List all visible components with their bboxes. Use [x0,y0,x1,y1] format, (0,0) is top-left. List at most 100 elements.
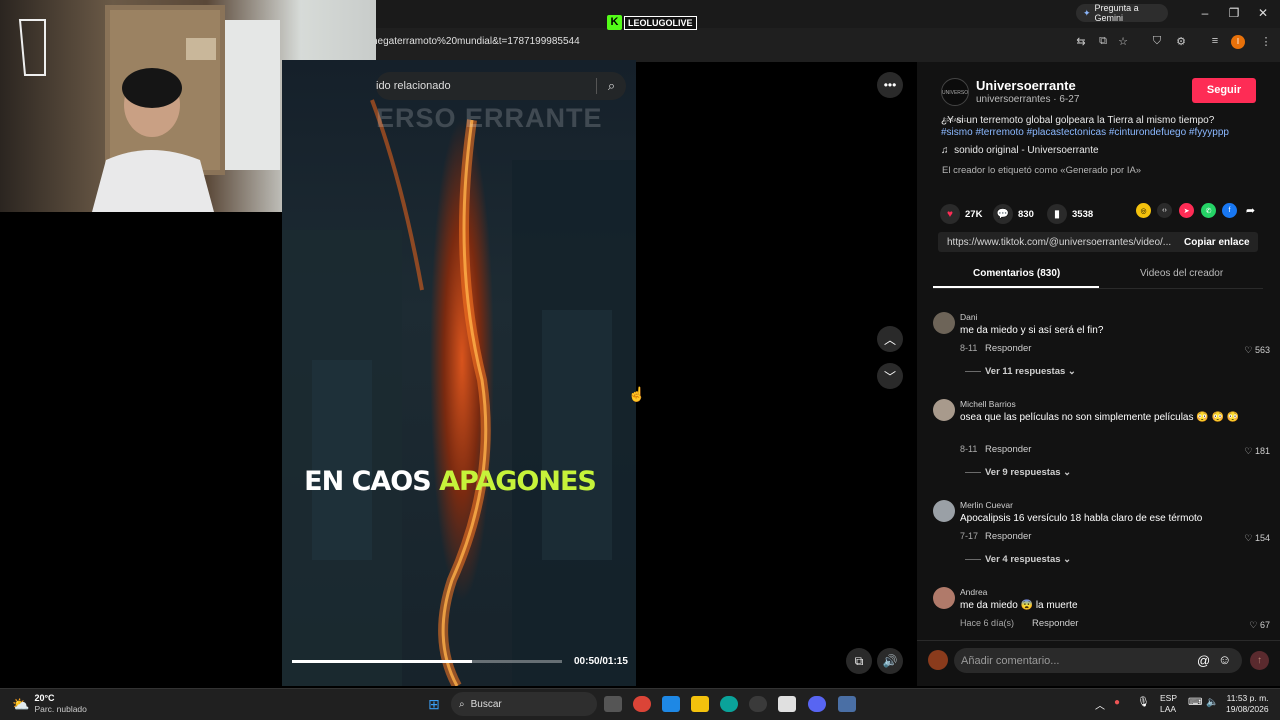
reply-button[interactable]: Responder [985,531,1031,542]
copy-link-button[interactable]: Copiar enlace [1184,237,1250,248]
comment-text: osea que las películas no son simplement… [960,412,1240,423]
speaker-icon[interactable]: 🔈 [1206,697,1218,708]
clock-time: 11:53 p. m. [1226,693,1269,703]
share-arrow-icon[interactable]: ➦ [1243,203,1258,218]
author-name[interactable]: Universoerrante [976,78,1076,93]
tray-app-icon[interactable]: ● [1114,697,1120,708]
task-view-icon[interactable] [604,696,622,712]
video-player[interactable] [282,60,636,686]
coin-icon[interactable]: ◎ [1136,203,1151,218]
close-icon[interactable]: ✕ [1253,6,1273,20]
install-icon[interactable]: ⧉ [1094,35,1112,48]
weather-widget[interactable]: ⛅ 20°C Parc. nublado [12,693,87,715]
shield-app-icon[interactable] [838,696,856,712]
progress-fill [292,660,473,663]
reply-button[interactable]: Responder [985,444,1031,455]
progress-bar[interactable] [292,660,562,663]
user-avatar[interactable] [928,650,948,670]
commenter-name[interactable]: Dani [960,312,977,322]
facebook-icon[interactable]: f [1222,203,1237,218]
extensions-icon[interactable]: ⚙ [1172,35,1190,48]
commenter-name[interactable]: Andrea [960,587,987,597]
commenter-name[interactable]: Michell Barrios [960,399,1016,409]
emoji-icon[interactable]: ☺ [1218,652,1231,667]
comment-like[interactable]: ♡ 67 [1249,620,1270,631]
microphone-icon[interactable]: 🎙 [1137,697,1150,708]
more-menu-icon[interactable]: ⋮ [1257,35,1275,48]
reply-button[interactable]: Responder [1032,618,1078,629]
tab-comments[interactable]: Comentarios (830) [973,268,1060,279]
comment-date: 7-17 [960,531,979,541]
send-to-friends-icon[interactable]: ➤ [1179,203,1194,218]
search-icon[interactable]: ⌕ [596,78,626,94]
discord-icon[interactable] [808,696,826,712]
system-clock[interactable]: 11:53 p. m. 19/08/2026 [1226,693,1269,715]
gemini-button[interactable]: ✦ Pregunta a Gemini [1076,3,1168,23]
comment-item: Andrea me da miedo 😨 la muerte Hace 6 dí… [933,587,1273,633]
network-icon[interactable]: ⌨ [1188,697,1202,708]
shield-icon[interactable]: ⛉ [1148,35,1166,48]
chevron-up-icon[interactable]: ︿ [877,326,903,352]
hashtags[interactable]: #sismo #terremoto #placastectonicas #cin… [941,127,1229,138]
embed-icon[interactable]: ‹› [1157,203,1172,218]
music-line[interactable]: ♫ sonido original - Universoerrante [941,145,1099,156]
caption-green: APAGONES [439,466,597,497]
mention-icon[interactable]: @ [1197,653,1210,668]
media-icon[interactable]: ≡ [1206,35,1224,47]
reply-button[interactable]: Responder [985,343,1031,354]
volume-icon[interactable]: 🔊 [877,648,903,674]
file-explorer-icon[interactable] [691,696,709,712]
url-text[interactable]: negaterramoto%20mundial&t=1787199985544 [372,36,580,47]
edge-icon[interactable] [720,696,738,712]
minimize-icon[interactable]: – [1195,6,1215,20]
comment-button[interactable]: 💬 830 [993,204,1034,224]
follow-button[interactable]: Seguir [1192,78,1256,103]
clock-date: 19/08/2026 [1226,704,1269,714]
view-replies-button[interactable]: Ver 11 respuestas ⌄ [965,366,1076,377]
taskbar-search[interactable]: ⌕ Buscar [451,692,597,716]
comment-like[interactable]: ♡ 563 [1244,345,1270,356]
like-button[interactable]: ♥ 27K [940,204,982,224]
active-tab-indicator [933,286,1099,288]
city-scene [282,99,636,686]
video-watermark: ERSO ERRANTE [376,103,603,133]
tab-creator-videos[interactable]: Videos del creador [1140,268,1223,279]
commenter-avatar[interactable] [933,587,955,609]
copilot-icon[interactable] [662,696,680,712]
heart-outline-icon: ♡ [1249,620,1260,630]
translate-icon[interactable]: ⇆ [1072,35,1090,48]
tray-chevron-icon[interactable]: ︿ [1095,697,1105,712]
view-replies-button[interactable]: Ver 4 respuestas ⌄ [965,554,1071,565]
video-caption: EN CAOS APAGONES [282,466,618,497]
view-replies-button[interactable]: Ver 9 respuestas ⌄ [965,467,1071,478]
whatsapp-icon[interactable]: ✆ [1201,203,1216,218]
store-icon[interactable] [778,696,796,712]
chevron-down-icon[interactable]: ﹀ [877,363,903,389]
commenter-avatar[interactable] [933,312,955,334]
commenter-avatar[interactable] [933,399,955,421]
heart-outline-icon: ♡ [1244,345,1255,355]
comment-date: 8-11 [960,343,978,353]
maximize-icon[interactable]: ❐ [1224,6,1244,20]
save-button[interactable]: ▮ 3538 [1047,204,1093,224]
comment-like-count: 563 [1254,345,1270,355]
app-icon[interactable] [749,696,767,712]
comment-like[interactable]: ♡ 181 [1244,446,1270,457]
related-search-bar[interactable]: ido relacionado ⌕ [376,72,626,100]
profile-avatar[interactable]: I [1231,35,1245,49]
comment-like-count: 154 [1254,533,1270,543]
ai-label: El creador lo etiquetó como «Generado po… [942,165,1142,176]
miniplayer-icon[interactable]: ⧉ [846,648,872,674]
chrome-icon[interactable] [633,696,651,712]
send-comment-icon[interactable]: ↑ [1250,651,1269,670]
commenter-avatar[interactable] [933,500,955,522]
commenter-name[interactable]: Merlin Cuevar [960,500,1013,510]
comment-text: me da miedo 😨 la muerte [960,600,1078,611]
comment-like[interactable]: ♡ 154 [1244,533,1270,544]
bookmark-star-icon[interactable]: ☆ [1114,35,1132,48]
more-options-icon[interactable]: ••• [877,72,903,98]
language-indicator[interactable]: ESP LAA [1160,693,1177,715]
author-avatar[interactable]: UNIVERSO ERRANTE [941,78,969,124]
windows-start-icon[interactable]: ⊞ [425,696,443,712]
tab-divider [933,288,1263,289]
